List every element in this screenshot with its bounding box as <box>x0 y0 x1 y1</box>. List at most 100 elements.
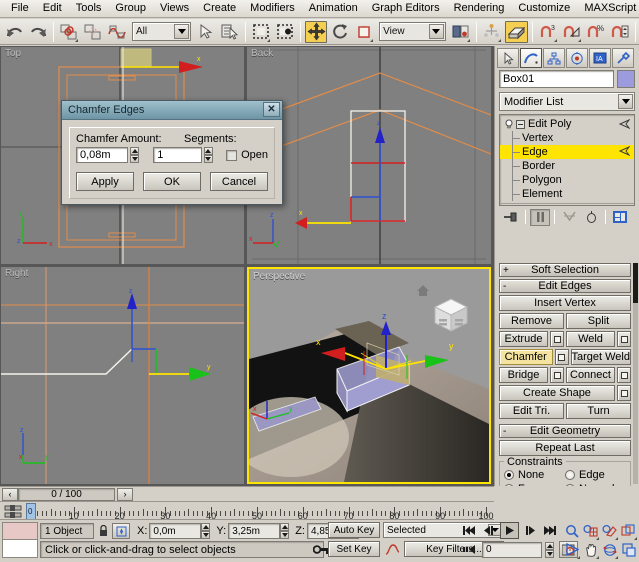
select-and-uniform-scale-icon[interactable] <box>353 21 375 43</box>
lightbulb-icon[interactable] <box>504 119 514 129</box>
soft-selection-rollout-header[interactable]: + Soft Selection <box>499 263 631 277</box>
key-mode-toggle-icon[interactable] <box>460 541 479 558</box>
select-and-link-icon[interactable] <box>58 21 80 43</box>
constraint-normal-option[interactable]: Normal <box>565 483 626 486</box>
zoom-region-icon[interactable] <box>619 521 638 540</box>
radio-icon[interactable] <box>504 484 514 486</box>
angle-snap-toggle-icon[interactable] <box>561 21 583 43</box>
zoom-all-icon[interactable] <box>581 521 600 540</box>
bind-to-space-warp-icon[interactable] <box>106 21 128 43</box>
y-coord-spinner[interactable] <box>280 523 289 539</box>
spinner-snap-toggle-icon[interactable] <box>609 21 631 43</box>
maximize-viewport-toggle-icon[interactable] <box>619 540 638 559</box>
segments-field[interactable]: 1 <box>153 147 201 163</box>
y-coord-field[interactable]: 3,25m <box>228 523 280 539</box>
constraint-face-option[interactable]: Face <box>504 483 565 486</box>
auto-key-button[interactable]: Auto Key <box>328 522 380 538</box>
menu-item-views[interactable]: Views <box>153 0 196 17</box>
modifier-stack-item-edge[interactable]: Edge <box>500 145 634 159</box>
menu-item-graph-editors[interactable]: Graph Editors <box>365 0 447 17</box>
go-to-start-icon[interactable] <box>460 522 479 539</box>
reference-coordinate-dropdown[interactable]: View <box>379 22 446 41</box>
arc-rotate-icon[interactable] <box>600 540 619 559</box>
select-by-name-icon[interactable] <box>219 21 241 43</box>
x-coord-spinner[interactable] <box>201 523 210 539</box>
remove-modifier-icon[interactable] <box>581 209 601 226</box>
connect-settings-icon[interactable] <box>617 367 631 383</box>
menu-item-create[interactable]: Create <box>196 0 243 17</box>
viewport-right[interactable]: z y z y x Right <box>1 267 244 484</box>
edit-geometry-rollout-header[interactable]: - Edit Geometry <box>499 424 631 438</box>
display-tab-icon[interactable]: IA <box>589 48 611 68</box>
chamfer-button[interactable]: Chamfer <box>499 349 553 365</box>
snap-toggle-icon[interactable]: 3 <box>537 21 559 43</box>
x-coord-field[interactable]: 0,0m <box>149 523 201 539</box>
modifier-stack-item-element[interactable]: Element <box>500 187 634 201</box>
ok-button[interactable]: OK <box>143 172 201 191</box>
chamfer-settings-icon[interactable] <box>555 349 569 365</box>
select-object-icon[interactable] <box>195 21 217 43</box>
modifier-list-dropdown[interactable]: Modifier List <box>499 92 635 111</box>
object-color-swatch[interactable] <box>617 70 635 88</box>
chamfer-amount-field[interactable]: 0,08m <box>76 147 128 163</box>
repeat-last-button[interactable]: Repeat Last <box>499 440 631 456</box>
previous-key-icon[interactable] <box>480 522 499 539</box>
modifier-stack-item-vertex[interactable]: Vertex <box>500 131 634 145</box>
previous-frame-icon[interactable]: ‹ <box>2 488 18 501</box>
pin-stack-icon[interactable] <box>501 209 521 226</box>
select-and-move-icon[interactable] <box>305 21 327 43</box>
chevron-down-icon[interactable] <box>429 24 444 39</box>
insert-vertex-button[interactable]: Insert Vertex <box>499 295 631 311</box>
zoom-icon[interactable] <box>562 521 581 540</box>
viewport-perspective[interactable]: z x y <box>247 267 491 484</box>
radio-icon[interactable] <box>565 484 575 486</box>
time-slider-handle[interactable]: 0 <box>26 503 36 520</box>
use-pivot-point-center-icon[interactable] <box>450 21 472 43</box>
window-crossing-icon[interactable] <box>274 21 296 43</box>
selection-filter-dropdown[interactable]: All <box>132 22 191 41</box>
set-key-curve-icon[interactable] <box>383 541 401 557</box>
hierarchy-tab-icon[interactable] <box>543 48 565 68</box>
connect-button[interactable]: Connect <box>566 367 615 383</box>
remove-button[interactable]: Remove <box>499 313 564 329</box>
menu-item-group[interactable]: Group <box>108 0 153 17</box>
modifier-stack[interactable]: Edit Poly Vertex Edge Border Polygon <box>499 114 635 206</box>
bridge-button[interactable]: Bridge <box>499 367 548 383</box>
bridge-settings-icon[interactable] <box>550 367 564 383</box>
extrude-settings-icon[interactable] <box>550 331 564 347</box>
play-animation-icon[interactable] <box>500 522 519 539</box>
percent-snap-toggle-icon[interactable]: % <box>585 21 607 43</box>
weld-button[interactable]: Weld <box>566 331 615 347</box>
maxscript-mini-listener[interactable] <box>2 522 38 558</box>
pan-view-icon[interactable] <box>581 540 600 559</box>
dialog-title-bar[interactable]: Chamfer Edges ✕ <box>62 101 282 120</box>
next-frame-icon[interactable]: › <box>117 488 133 501</box>
create-shape-button[interactable]: Create Shape <box>499 385 615 401</box>
menu-item-maxscript[interactable]: MAXScript <box>577 0 639 17</box>
extrude-button[interactable]: Extrude <box>499 331 548 347</box>
weld-settings-icon[interactable] <box>617 331 631 347</box>
current-frame-spinner[interactable] <box>545 542 554 558</box>
next-key-icon[interactable] <box>520 522 539 539</box>
track-view-icon[interactable] <box>4 505 22 518</box>
open-checkbox[interactable] <box>226 150 237 161</box>
modify-tab-icon[interactable] <box>520 48 542 68</box>
menu-item-file[interactable]: File <box>4 0 36 17</box>
menu-item-animation[interactable]: Animation <box>302 0 365 17</box>
menu-item-edit[interactable]: Edit <box>36 0 69 17</box>
motion-tab-icon[interactable] <box>566 48 588 68</box>
align-icon[interactable] <box>505 21 528 43</box>
configure-modifier-sets-icon[interactable] <box>610 209 630 226</box>
utilities-tab-icon[interactable] <box>612 48 634 68</box>
select-and-rotate-icon[interactable] <box>329 21 351 43</box>
chevron-down-icon[interactable] <box>174 24 189 39</box>
field-of-view-icon[interactable] <box>562 540 581 559</box>
menu-item-tools[interactable]: Tools <box>69 0 109 17</box>
menu-item-modifiers[interactable]: Modifiers <box>243 0 302 17</box>
menu-item-customize[interactable]: Customize <box>511 0 577 17</box>
chamfer-edges-dialog[interactable]: Chamfer Edges ✕ Chamfer Amount: Segments… <box>61 100 283 205</box>
undo-icon[interactable] <box>3 21 25 43</box>
zoom-extents-icon[interactable] <box>600 521 619 540</box>
edit-edges-rollout-header[interactable]: - Edit Edges <box>499 279 631 293</box>
constraint-edge-option[interactable]: Edge <box>565 469 626 481</box>
